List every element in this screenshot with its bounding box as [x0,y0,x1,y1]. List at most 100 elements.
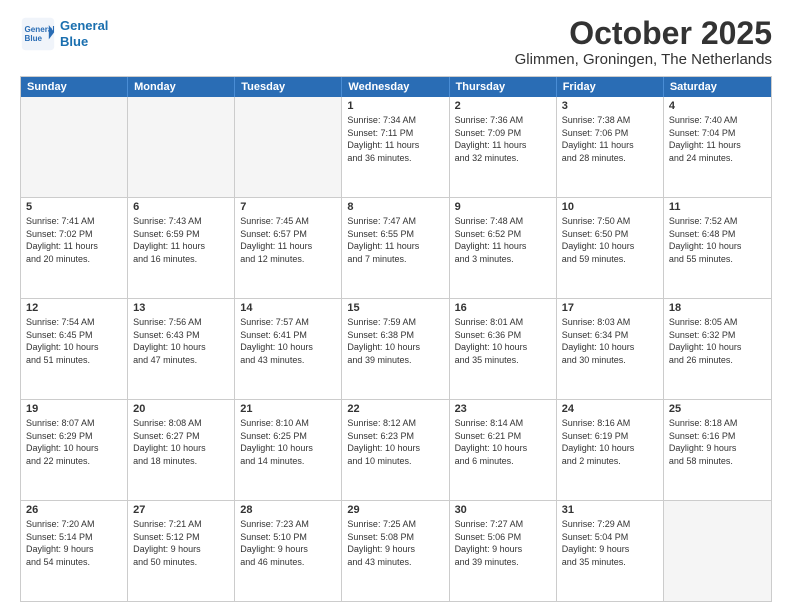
table-row: 15 Sunrise: 7:59 AM Sunset: 6:38 PM Dayli… [342,299,449,399]
table-row: 19Sunrise: 8:07 AM Sunset: 6:29 PM Dayli… [21,400,128,500]
table-row: 14Sunrise: 7:57 AM Sunset: 6:41 PM Dayli… [235,299,342,399]
table-row: 26 Sunrise: 7:20 AM Sunset: 5:14 PM Dayli… [21,501,128,601]
weekday-saturday: Saturday [664,77,771,97]
day-info: Sunrise: 7:38 AM Sunset: 7:06 PM Dayligh… [562,114,658,164]
day-info: Sunrise: 7:47 AM Sunset: 6:55 PM Dayligh… [347,215,443,265]
day-number: 9 [455,201,551,213]
table-row: 8Sunrise: 7:47 AM Sunset: 6:55 PM Daylig… [342,198,449,298]
day-number: 2 [455,100,551,112]
calendar-row-0: 1 Sunrise: 7:34 AM Sunset: 7:11 PM Daylig… [21,97,771,198]
day-number: 13 [133,302,229,314]
page-title: October 2025 [515,16,772,51]
weekday-monday: Monday [128,77,235,97]
day-number: 4 [669,100,766,112]
title-block: October 2025 Glimmen, Groningen, The Net… [515,16,772,68]
table-row: 16 Sunrise: 8:01 AM Sunset: 6:36 PM Dayli… [450,299,557,399]
table-row: 5 Sunrise: 7:41 AM Sunset: 7:02 PM Daylig… [21,198,128,298]
day-info: Sunrise: 8:18 AM Sunset: 6:16 PM Dayligh… [669,417,766,467]
day-info: Sunrise: 7:41 AM Sunset: 7:02 PM Dayligh… [26,215,122,265]
svg-text:Blue: Blue [25,34,43,43]
table-row: 3 Sunrise: 7:38 AM Sunset: 7:06 PM Daylig… [557,97,664,197]
day-number: 16 [455,302,551,314]
logo: General Blue General Blue [20,16,108,52]
day-info: Sunrise: 7:45 AM Sunset: 6:57 PM Dayligh… [240,215,336,265]
table-row: 2 Sunrise: 7:36 AM Sunset: 7:09 PM Daylig… [450,97,557,197]
day-number: 12 [26,302,122,314]
day-info: Sunrise: 7:23 AM Sunset: 5:10 PM Dayligh… [240,518,336,568]
table-row [664,501,771,601]
table-row [235,97,342,197]
day-info: Sunrise: 8:16 AM Sunset: 6:19 PM Dayligh… [562,417,658,467]
day-number: 5 [26,201,122,213]
day-number: 11 [669,201,766,213]
table-row: 23 Sunrise: 8:14 AM Sunset: 6:21 PM Dayli… [450,400,557,500]
day-info: Sunrise: 7:50 AM Sunset: 6:50 PM Dayligh… [562,215,658,265]
table-row: 13 Sunrise: 7:56 AM Sunset: 6:43 PM Dayli… [128,299,235,399]
day-info: Sunrise: 7:27 AM Sunset: 5:06 PM Dayligh… [455,518,551,568]
day-info: Sunrise: 8:10 AM Sunset: 6:25 PM Dayligh… [240,417,336,467]
day-number: 18 [669,302,766,314]
table-row: 21 Sunrise: 8:10 AM Sunset: 6:25 PM Dayli… [235,400,342,500]
day-info: Sunrise: 7:56 AM Sunset: 6:43 PM Dayligh… [133,316,229,366]
day-info: Sunrise: 7:34 AM Sunset: 7:11 PM Dayligh… [347,114,443,164]
table-row: 20Sunrise: 8:08 AM Sunset: 6:27 PM Dayli… [128,400,235,500]
day-info: Sunrise: 7:20 AM Sunset: 5:14 PM Dayligh… [26,518,122,568]
calendar-row-4: 26 Sunrise: 7:20 AM Sunset: 5:14 PM Dayli… [21,501,771,601]
day-info: Sunrise: 7:52 AM Sunset: 6:48 PM Dayligh… [669,215,766,265]
day-info: Sunrise: 7:43 AM Sunset: 6:59 PM Dayligh… [133,215,229,265]
table-row: 1 Sunrise: 7:34 AM Sunset: 7:11 PM Daylig… [342,97,449,197]
day-number: 3 [562,100,658,112]
day-info: Sunrise: 7:48 AM Sunset: 6:52 PM Dayligh… [455,215,551,265]
day-number: 17 [562,302,658,314]
page-subtitle: Glimmen, Groningen, The Netherlands [515,51,772,68]
day-info: Sunrise: 7:59 AM Sunset: 6:38 PM Dayligh… [347,316,443,366]
day-number: 6 [133,201,229,213]
table-row: 7 Sunrise: 7:45 AM Sunset: 6:57 PM Daylig… [235,198,342,298]
table-row: 6 Sunrise: 7:43 AM Sunset: 6:59 PM Daylig… [128,198,235,298]
day-info: Sunrise: 7:21 AM Sunset: 5:12 PM Dayligh… [133,518,229,568]
logo-text: General Blue [60,18,108,49]
weekday-thursday: Thursday [450,77,557,97]
day-info: Sunrise: 8:03 AM Sunset: 6:34 PM Dayligh… [562,316,658,366]
logo-line2: Blue [60,34,88,49]
table-row: 25 Sunrise: 8:18 AM Sunset: 6:16 PM Dayli… [664,400,771,500]
table-row [128,97,235,197]
day-info: Sunrise: 8:08 AM Sunset: 6:27 PM Dayligh… [133,417,229,467]
table-row: 17 Sunrise: 8:03 AM Sunset: 6:34 PM Dayli… [557,299,664,399]
day-number: 1 [347,100,443,112]
day-number: 22 [347,403,443,415]
day-number: 25 [669,403,766,415]
day-info: Sunrise: 8:07 AM Sunset: 6:29 PM Dayligh… [26,417,122,467]
day-number: 7 [240,201,336,213]
weekday-sunday: Sunday [21,77,128,97]
day-info: Sunrise: 7:36 AM Sunset: 7:09 PM Dayligh… [455,114,551,164]
day-info: Sunrise: 8:01 AM Sunset: 6:36 PM Dayligh… [455,316,551,366]
logo-icon: General Blue [20,16,56,52]
day-info: Sunrise: 8:14 AM Sunset: 6:21 PM Dayligh… [455,417,551,467]
table-row: 9 Sunrise: 7:48 AM Sunset: 6:52 PM Daylig… [450,198,557,298]
table-row: 27Sunrise: 7:21 AM Sunset: 5:12 PM Dayli… [128,501,235,601]
table-row: 29 Sunrise: 7:25 AM Sunset: 5:08 PM Dayli… [342,501,449,601]
calendar-row-1: 5 Sunrise: 7:41 AM Sunset: 7:02 PM Daylig… [21,198,771,299]
day-number: 26 [26,504,122,516]
table-row: 22 Sunrise: 8:12 AM Sunset: 6:23 PM Dayli… [342,400,449,500]
page: General Blue General Blue October 2025 G… [0,0,792,612]
day-number: 15 [347,302,443,314]
calendar-body: 1 Sunrise: 7:34 AM Sunset: 7:11 PM Daylig… [21,97,771,601]
day-info: Sunrise: 8:05 AM Sunset: 6:32 PM Dayligh… [669,316,766,366]
day-info: Sunrise: 7:25 AM Sunset: 5:08 PM Dayligh… [347,518,443,568]
weekday-wednesday: Wednesday [342,77,449,97]
day-number: 23 [455,403,551,415]
calendar: Sunday Monday Tuesday Wednesday Thursday… [20,76,772,602]
day-number: 30 [455,504,551,516]
table-row: 31Sunrise: 7:29 AM Sunset: 5:04 PM Dayli… [557,501,664,601]
weekday-tuesday: Tuesday [235,77,342,97]
day-number: 10 [562,201,658,213]
day-number: 21 [240,403,336,415]
table-row: 12Sunrise: 7:54 AM Sunset: 6:45 PM Dayli… [21,299,128,399]
day-number: 28 [240,504,336,516]
day-info: Sunrise: 7:29 AM Sunset: 5:04 PM Dayligh… [562,518,658,568]
day-number: 29 [347,504,443,516]
day-info: Sunrise: 8:12 AM Sunset: 6:23 PM Dayligh… [347,417,443,467]
table-row: 11 Sunrise: 7:52 AM Sunset: 6:48 PM Dayli… [664,198,771,298]
